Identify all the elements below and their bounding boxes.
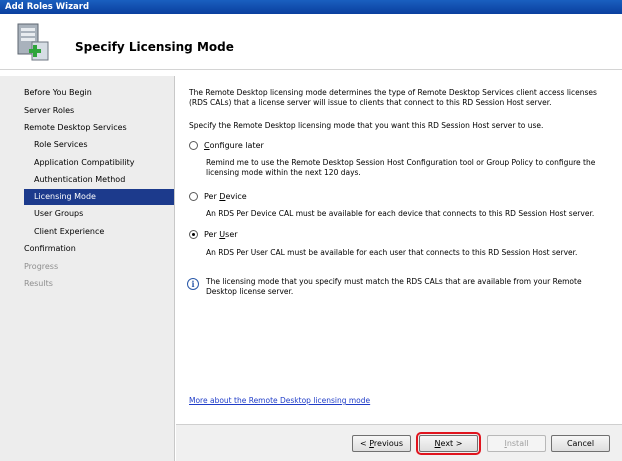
wizard-footer: < Previous Next > Install Cancel [176, 424, 622, 461]
sidebar-item-role-services[interactable]: Role Services [34, 137, 174, 153]
per-user-label[interactable]: Per User [204, 229, 238, 241]
sidebar-item-licensing-mode[interactable]: Licensing Mode [24, 189, 174, 205]
configure-later-description: Remind me to use the Remote Desktop Sess… [206, 158, 596, 177]
configure-later-radio[interactable] [189, 141, 198, 150]
title-bar[interactable]: Add Roles Wizard [0, 0, 622, 14]
sidebar-item-server-roles[interactable]: Server Roles [24, 103, 174, 119]
wizard-steps-sidebar: Before You Begin Server Roles Remote Des… [0, 76, 175, 461]
per-device-label[interactable]: Per Device [204, 191, 247, 203]
info-icon: i [187, 278, 199, 290]
sidebar-item-authentication-method[interactable]: Authentication Method [34, 172, 174, 188]
per-device-radio[interactable] [189, 192, 198, 201]
sidebar-item-before-you-begin[interactable]: Before You Begin [24, 85, 174, 101]
per-user-radio[interactable] [189, 230, 198, 239]
sidebar-item-results: Results [24, 279, 53, 288]
instruction-text: Specify the Remote Desktop licensing mod… [189, 121, 544, 130]
sidebar-item-user-groups[interactable]: User Groups [34, 206, 174, 222]
sidebar-item-remote-desktop-services[interactable]: Remote Desktop Services [24, 120, 174, 136]
radio-per-device[interactable]: Per Device [189, 191, 489, 203]
sidebar-item-client-experience[interactable]: Client Experience [34, 224, 174, 240]
intro-text: The Remote Desktop licensing mode determ… [189, 88, 597, 107]
page-title: Specify Licensing Mode [75, 40, 234, 54]
sidebar-item-progress: Progress [24, 262, 59, 271]
radio-per-user[interactable]: Per User [189, 229, 489, 241]
per-device-description: An RDS Per Device CAL must be available … [206, 209, 595, 218]
window-title: Add Roles Wizard [5, 2, 90, 12]
install-button: Install [487, 435, 546, 452]
info-text: The licensing mode that you specify must… [206, 277, 582, 296]
server-roles-icon [17, 23, 49, 61]
wizard-content: The Remote Desktop licensing mode determ… [176, 76, 622, 424]
previous-button[interactable]: < Previous [352, 435, 411, 452]
wizard-header: Specify Licensing Mode [0, 14, 622, 70]
sidebar-item-application-compatibility[interactable]: Application Compatibility [34, 155, 174, 171]
next-button[interactable]: Next > [416, 432, 481, 455]
licensing-help-link[interactable]: More about the Remote Desktop licensing … [189, 396, 370, 405]
radio-configure-later[interactable]: Configure later [189, 140, 489, 152]
sidebar-item-confirmation[interactable]: Confirmation [24, 241, 174, 257]
per-user-description: An RDS Per User CAL must be available fo… [206, 248, 578, 257]
cancel-button[interactable]: Cancel [551, 435, 610, 452]
configure-later-label[interactable]: Configure later [204, 140, 264, 152]
